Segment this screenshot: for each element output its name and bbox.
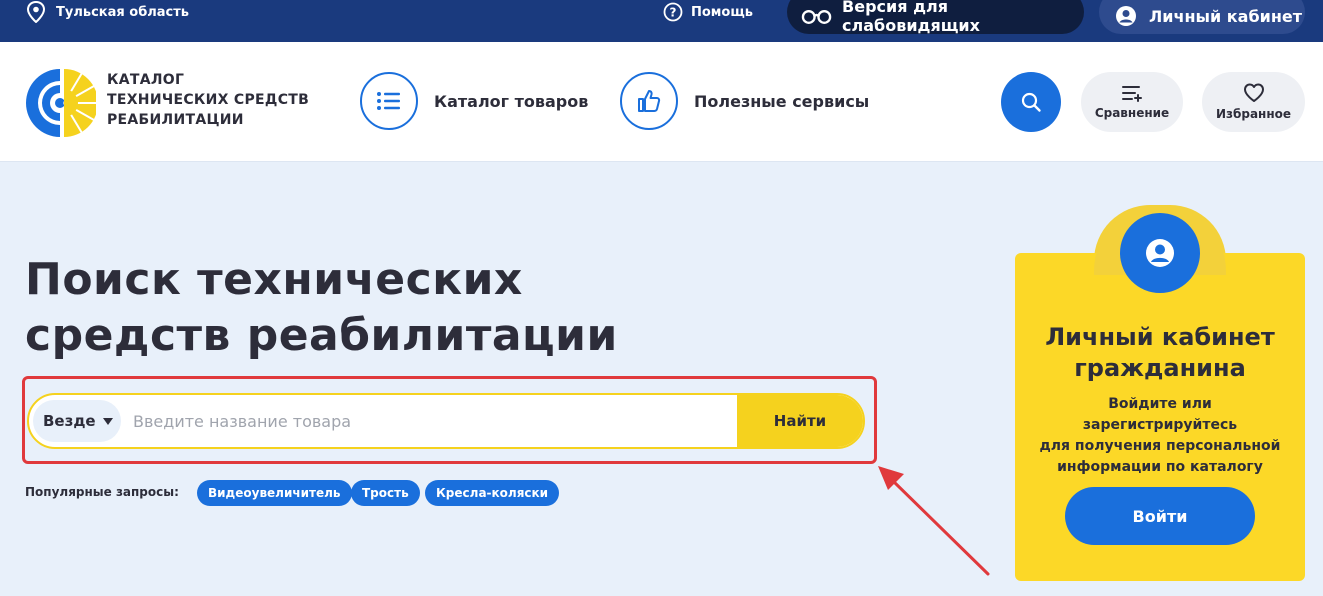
caret-down-icon [103, 417, 113, 425]
glasses-icon [801, 9, 832, 24]
top-bar: Тульская область ? Помощь Версия для сла… [0, 0, 1323, 42]
favorites-label: Избранное [1215, 107, 1292, 121]
card-text-line-2: для получения персональной [1039, 438, 1281, 454]
list-icon [360, 72, 418, 130]
user-icon [1116, 6, 1136, 26]
logo-title[interactable]: КАТАЛОГ ТЕХНИЧЕСКИХ СРЕДСТВ РЕАБИЛИТАЦИИ [107, 70, 309, 130]
search-bar: Везде Найти [27, 393, 865, 449]
logo-line-3: РЕАБИЛИТАЦИИ [107, 112, 244, 128]
account-label: Личный кабинет [1149, 6, 1303, 26]
heart-icon [1243, 83, 1264, 102]
nav-services[interactable]: Полезные сервисы [620, 72, 869, 130]
popular-query-chip[interactable]: Трость [351, 480, 420, 506]
logo-line-2: ТЕХНИЧЕСКИХ СРЕДСТВ [107, 92, 310, 108]
popular-queries-label: Популярные запросы: [25, 485, 179, 499]
help-link[interactable]: ? Помощь [663, 0, 753, 24]
card-text-line-1: Войдите или зарегистрируйтесь [1082, 396, 1238, 433]
svg-text:?: ? [670, 6, 677, 20]
compare-label: Сравнение [1094, 106, 1170, 120]
region-label: Тульская область [56, 4, 190, 20]
thumbs-up-icon [620, 72, 678, 130]
card-description: Войдите или зарегистрируйтесь для получе… [1030, 394, 1290, 478]
catalog-logo[interactable] [24, 67, 96, 139]
user-circle-icon [1146, 239, 1174, 267]
search-icon [1021, 92, 1041, 112]
search-scope-select[interactable]: Везде [33, 400, 121, 442]
popular-query-chip[interactable]: Кресла-коляски [425, 480, 560, 506]
card-text-line-3: информации по каталогу [1057, 459, 1263, 475]
search-submit-button[interactable]: Найти [737, 395, 863, 447]
card-title-line-2: гражданина [1074, 354, 1246, 382]
help-label: Помощь [691, 4, 753, 20]
nav-catalog[interactable]: Каталог товаров [360, 72, 588, 130]
search-scope-value: Везде [43, 412, 96, 430]
favorites-button[interactable]: Избранное [1202, 72, 1305, 132]
page-title-line-1: Поиск технических [25, 254, 523, 305]
annotation-arrow [878, 466, 990, 576]
region-selector[interactable]: Тульская область [26, 0, 189, 24]
location-pin-icon [26, 1, 46, 23]
nav-services-label: Полезные сервисы [694, 91, 870, 111]
help-icon: ? [663, 2, 683, 22]
card-title: Личный кабинет гражданина [1015, 322, 1305, 384]
header-search-button[interactable] [1001, 72, 1061, 132]
popular-query-chip[interactable]: Видеоувеличитель [197, 480, 352, 506]
page-title: Поиск технических средств реабилитации [25, 252, 618, 364]
accessibility-button[interactable]: Версия для слабовидящих [787, 0, 1084, 35]
compare-icon [1122, 86, 1142, 102]
card-title-line-1: Личный кабинет [1045, 323, 1275, 351]
site-header: КАТАЛОГ ТЕХНИЧЕСКИХ СРЕДСТВ РЕАБИЛИТАЦИИ… [0, 42, 1323, 162]
login-button[interactable]: Войти [1065, 487, 1255, 545]
compare-button[interactable]: Сравнение [1081, 72, 1183, 132]
accessibility-label: Версия для слабовидящих [842, 0, 980, 35]
nav-catalog-label: Каталог товаров [434, 91, 589, 111]
page-title-line-2: средств реабилитации [25, 310, 618, 361]
account-avatar [1120, 213, 1200, 293]
account-button[interactable]: Личный кабинет [1099, 0, 1305, 34]
search-input[interactable] [121, 395, 737, 447]
logo-line-1: КАТАЛОГ [107, 72, 185, 88]
